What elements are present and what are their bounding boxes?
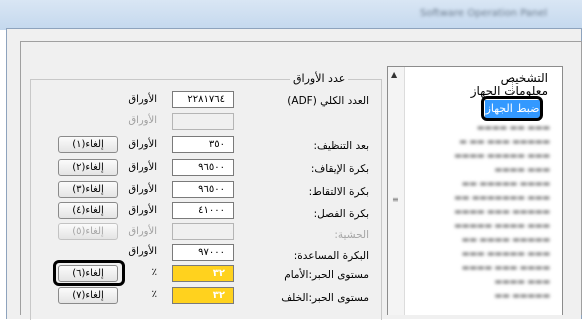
tree-item-blurred[interactable]: ▬▬▬ ▬▬▬▬	[495, 165, 550, 174]
tree-item-blurred[interactable]: ▬▬▬▬▬ ▬▬▬ ▬▬ ▬	[459, 137, 550, 146]
tree-item-blurred[interactable]: ▬▬▬ ▬▬▬▬▬ ▬▬▬	[462, 249, 550, 258]
scroll-up-icon[interactable]: ▲	[391, 70, 397, 79]
tree-item-blurred[interactable]: ▬▬▬ ▬▬ ▬▬▬▬	[477, 123, 550, 132]
scroll-grip-icon[interactable]: ≡	[392, 195, 399, 204]
tree-highlight-callout	[481, 96, 543, 121]
tree-item-blurred[interactable]: ▬▬▬▬▬ ▬▬▬▬ ▬▬	[462, 235, 550, 244]
value-field-disabled	[172, 113, 234, 130]
tree-item-blurred[interactable]: ▬▬▬ ▬▬▬▬▬▬▬ ▬▬	[454, 193, 550, 202]
reset-button-3[interactable]: إلغاء(٣)	[58, 181, 118, 198]
unit-label: الأوراق	[128, 184, 157, 195]
tree-item-blurred[interactable]: ▬▬▬ ▬▬▬▬	[495, 277, 550, 286]
reset-button-2[interactable]: إلغاء(٢)	[58, 159, 118, 176]
unit-label: الأوراق	[128, 139, 157, 150]
window-titlebar: Software Operation Panel	[0, 0, 582, 30]
row-label-total: العدد الكلي (ADF)	[287, 95, 369, 107]
unit-label: الأوراق	[128, 115, 157, 126]
reset-button-1[interactable]: إلغاء(١)	[58, 136, 118, 153]
window-title: Software Operation Panel	[420, 8, 548, 19]
unit-label: ٪	[151, 267, 157, 278]
tree-item-blurred[interactable]: ▬▬▬▬▬ ▬▬	[495, 291, 550, 300]
value-field-pick-roller[interactable]: ٩٦٥٠٠	[172, 181, 234, 198]
tree-item-blurred[interactable]: ▬▬▬ ▬▬▬▬ ▬▬▬▬▬	[454, 221, 550, 230]
row-label-separation-roller: بكرة الفصل:	[313, 208, 369, 220]
value-field-after-cleaning[interactable]: ٣٥٠	[172, 136, 234, 153]
reset-button-5: إلغاء(٥)	[58, 223, 118, 240]
value-field-assist-roller[interactable]: ٩٧٠٠٠	[172, 244, 234, 261]
value-field-brake-roller[interactable]: ٩٦٥٠٠	[172, 159, 234, 176]
unit-label: الأوراق	[128, 162, 157, 173]
row-label-after-cleaning: بعد التنظيف:	[313, 140, 369, 152]
unit-label: الأوراق	[128, 94, 157, 105]
row-label-brake-roller: بكرة الإيقاف:	[310, 163, 369, 175]
reset-button-highlight-callout	[53, 260, 125, 286]
row-label-pad: الحشية:	[334, 229, 369, 241]
value-field-ink-front[interactable]: ٣٢	[172, 265, 234, 282]
row-label-assist-roller: البكرة المساعدة:	[293, 250, 369, 262]
value-field-separation-roller[interactable]: ٤١٠٠٠	[172, 202, 234, 219]
unit-label: الأوراق	[128, 246, 157, 257]
value-field-ink-back[interactable]: ٣٢	[172, 287, 234, 304]
value-field-pad	[172, 223, 234, 240]
tree-item-diagnosis[interactable]: التشخيص	[501, 71, 548, 85]
reset-button-4[interactable]: إلغاء(٤)	[58, 202, 118, 219]
tree-item-blurred[interactable]: ▬▬▬▬ ▬▬▬▬▬ ▬▬	[462, 179, 550, 188]
unit-label: الأوراق	[128, 205, 157, 216]
row-label-ink-front: مستوى الحبر:الأمام	[284, 269, 369, 281]
value-field-total[interactable]: ٢٢٨١٧٦٤	[172, 91, 234, 108]
reset-button-7[interactable]: إلغاء(٧)	[58, 287, 118, 304]
unit-label: الأوراق	[128, 226, 157, 237]
tree-scrollbar[interactable]: ▲ ≡	[388, 67, 405, 315]
row-label-ink-back: مستوى الحبر:الخلف	[281, 292, 369, 304]
tree-item-blurred[interactable]: ▬▬▬▬▬ ▬▬▬ ▬▬▬▬	[454, 207, 550, 216]
group-title: عدد الأوراق	[290, 72, 349, 85]
tree-item-blurred[interactable]: ▬▬▬ ▬▬▬▬▬ ▬▬▬▬	[454, 151, 550, 160]
tree-item-blurred[interactable]: ▬▬▬▬ ▬▬▬ ▬▬▬▬	[462, 263, 550, 272]
unit-label: ٪	[151, 289, 157, 300]
row-label-pick-roller: بكرة الالتقاط:	[308, 186, 369, 198]
